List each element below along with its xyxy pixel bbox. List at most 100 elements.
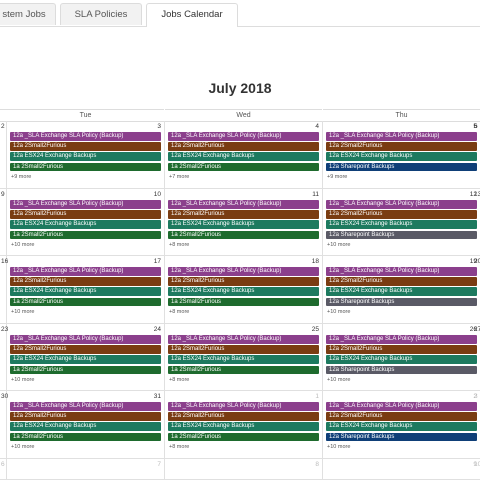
calendar-event[interactable]: 12a 2Small2Furious [326, 345, 477, 354]
more-events-link[interactable]: +10 more [11, 242, 34, 248]
calendar-event[interactable]: 12a 2Small2Furious [326, 210, 477, 219]
calendar-event[interactable]: 12a _SLA Exchange SLA Policy (Backup) [168, 132, 319, 141]
calendar-event[interactable]: 12a ESX24 Exchange Backups [168, 287, 319, 296]
calendar-event[interactable]: 12a ESX24 Exchange Backups [168, 220, 319, 229]
calendar-event[interactable]: 12a ESX24 Exchange Backups [168, 355, 319, 364]
calendar-day-cell[interactable]: 18 12a _SLA Exchange SLA Policy (Backup) 1… [165, 256, 323, 324]
calendar-event[interactable]: 12a 2Small2Furious [10, 412, 161, 421]
more-events-link[interactable]: +10 more [327, 242, 350, 248]
calendar-day-cell[interactable]: 31 12a _SLA Exchange SLA Policy (Backup) 1… [7, 391, 165, 459]
more-events-link[interactable]: +8 more [169, 444, 189, 450]
tab-sla-policies[interactable]: SLA Policies [60, 3, 142, 25]
calendar-event[interactable]: 12a 2Small2Furious [326, 277, 477, 286]
calendar-event[interactable]: 12a ESX24 Exchange Backups [326, 152, 477, 161]
calendar-event[interactable]: 1a 2Small2Furious [10, 365, 161, 375]
calendar-event[interactable]: 1a 2Small2Furious [168, 297, 319, 307]
calendar-day-cell[interactable]: 16 [0, 256, 8, 324]
calendar-day-cell[interactable]: 10 12a _SLA Exchange SLA Policy (Backup) 1… [7, 189, 165, 256]
calendar-event[interactable]: 12a _SLA Exchange SLA Policy (Backup) [326, 335, 477, 344]
more-events-link[interactable]: +8 more [169, 377, 189, 383]
calendar-event[interactable]: 12a 2Small2Furious [10, 210, 161, 219]
calendar-event[interactable]: 12a ESX24 Exchange Backups [10, 422, 161, 431]
calendar-event[interactable]: 12a ESX24 Exchange Backups [326, 355, 477, 364]
calendar-event[interactable]: 1a 2Small2Furious [168, 230, 319, 240]
calendar-event[interactable]: 12a 2Small2Furious [10, 142, 161, 151]
calendar-event[interactable]: 1a 2Small2Furious [10, 432, 161, 442]
calendar-event[interactable]: 12a 2Small2Furious [326, 412, 477, 421]
calendar-event[interactable]: 12a _SLA Exchange SLA Policy (Backup) [326, 132, 477, 141]
calendar-event[interactable]: 1a 2Small2Furious [10, 230, 161, 240]
calendar-event[interactable]: 12a 2Small2Furious [168, 345, 319, 354]
calendar-day-cell[interactable]: 7 [7, 459, 165, 480]
calendar-day-cell[interactable]: 3 12a _SLA Exchange SLA Policy (Backup) 12… [7, 121, 165, 189]
calendar-event[interactable]: 12a ESX24 Exchange Backups [10, 152, 161, 161]
calendar-event[interactable]: 12a ESX24 Exchange Backups [326, 422, 477, 431]
calendar-event[interactable]: 12a ESX24 Exchange Backups [10, 287, 161, 296]
calendar-event[interactable]: 12a _SLA Exchange SLA Policy (Backup) [326, 200, 477, 209]
more-events-link[interactable]: +10 more [327, 444, 350, 450]
calendar-event[interactable]: 12a 2Small2Furious [168, 210, 319, 219]
calendar-event[interactable]: 12a _SLA Exchange SLA Policy (Backup) [10, 402, 161, 411]
calendar-event[interactable]: 12a _SLA Exchange SLA Policy (Backup) [326, 267, 477, 276]
calendar-day-cell[interactable]: 8 [165, 459, 323, 480]
calendar-event[interactable]: 1a 2Small2Furious [168, 365, 319, 375]
calendar-day-cell[interactable]: 12 12a _SLA Exchange SLA Policy (Backup) 1… [323, 189, 480, 256]
calendar-event[interactable]: 12a _SLA Exchange SLA Policy (Backup) [168, 267, 319, 276]
calendar-event[interactable]: 12a ESX24 Exchange Backups [326, 220, 477, 229]
calendar-day-cell[interactable]: 2 [0, 121, 7, 189]
calendar-event[interactable]: 1a 2Small2Furious [168, 162, 319, 172]
calendar-day-cell[interactable]: 4 12a _SLA Exchange SLA Policy (Backup) 12… [165, 121, 323, 189]
more-events-link[interactable]: +10 more [11, 377, 34, 383]
calendar-event[interactable]: 12a Sharepoint Backups [326, 162, 477, 172]
more-events-link[interactable]: +10 more [327, 377, 350, 383]
calendar-event[interactable]: 12a _SLA Exchange SLA Policy (Backup) [168, 200, 319, 209]
calendar-day-cell[interactable]: 30 [0, 391, 8, 459]
calendar-day-cell[interactable]: 6 [0, 459, 7, 480]
calendar-event[interactable]: 12a 2Small2Furious [168, 277, 319, 286]
calendar-event[interactable]: 1a 2Small2Furious [10, 162, 161, 172]
calendar-day-cell[interactable]: 24 12a _SLA Exchange SLA Policy (Backup) 1… [7, 324, 165, 391]
more-events-link[interactable]: +8 more [169, 309, 189, 315]
calendar-event[interactable]: 12a Sharepoint Backups [326, 432, 477, 442]
calendar-day-cell[interactable]: 26 12a _SLA Exchange SLA Policy (Backup) 1… [323, 324, 480, 391]
calendar-day-cell[interactable]: 5 12a _SLA Exchange SLA Policy (Backup) 12… [323, 121, 480, 189]
calendar-day-cell[interactable]: 25 12a _SLA Exchange SLA Policy (Backup) 1… [165, 324, 323, 391]
calendar-day-cell[interactable]: 9 [323, 459, 480, 480]
calendar-event[interactable]: 12a 2Small2Furious [10, 345, 161, 354]
calendar-event[interactable]: 12a Sharepoint Backups [326, 297, 477, 307]
calendar-event[interactable]: 12a _SLA Exchange SLA Policy (Backup) [10, 132, 161, 141]
calendar-event[interactable]: 12a ESX24 Exchange Backups [168, 152, 319, 161]
calendar-event[interactable]: 12a 2Small2Furious [168, 412, 319, 421]
more-events-link[interactable]: +7 more [169, 174, 189, 180]
calendar-event[interactable]: 1a 2Small2Furious [168, 432, 319, 442]
more-events-link[interactable]: +10 more [11, 444, 34, 450]
calendar-event[interactable]: 12a 2Small2Furious [10, 277, 161, 286]
tab-system-jobs[interactable]: stem Jobs [0, 3, 56, 25]
more-events-link[interactable]: +9 more [327, 174, 347, 180]
calendar-event[interactable]: 1a 2Small2Furious [10, 297, 161, 307]
calendar-event[interactable]: 12a ESX24 Exchange Backups [168, 422, 319, 431]
calendar-event[interactable]: 12a _SLA Exchange SLA Policy (Backup) [326, 402, 477, 411]
calendar-event[interactable]: 12a _SLA Exchange SLA Policy (Backup) [168, 335, 319, 344]
calendar-event[interactable]: 12a Sharepoint Backups [326, 230, 477, 240]
calendar-day-cell[interactable]: 19 12a _SLA Exchange SLA Policy (Backup) 1… [323, 256, 480, 324]
calendar-day-cell[interactable]: 17 12a _SLA Exchange SLA Policy (Backup) 1… [7, 256, 165, 324]
calendar-event[interactable]: 12a _SLA Exchange SLA Policy (Backup) [10, 200, 161, 209]
calendar-event[interactable]: 12a _SLA Exchange SLA Policy (Backup) [168, 402, 319, 411]
calendar-event[interactable]: 12a _SLA Exchange SLA Policy (Backup) [10, 335, 161, 344]
more-events-link[interactable]: +9 more [11, 174, 31, 180]
calendar-event[interactable]: 12a ESX24 Exchange Backups [10, 220, 161, 229]
calendar-event[interactable]: 12a ESX24 Exchange Backups [10, 355, 161, 364]
calendar-day-cell[interactable]: 9 [0, 189, 7, 256]
more-events-link[interactable]: +10 more [327, 309, 350, 315]
calendar-event[interactable]: 12a 2Small2Furious [326, 142, 477, 151]
calendar-event[interactable]: 12a Sharepoint Backups [326, 365, 477, 375]
more-events-link[interactable]: +10 more [11, 309, 34, 315]
calendar-event[interactable]: 12a _SLA Exchange SLA Policy (Backup) [10, 267, 161, 276]
calendar-day-cell[interactable]: 11 12a _SLA Exchange SLA Policy (Backup) 1… [165, 189, 323, 256]
calendar-day-cell[interactable]: 23 [0, 324, 8, 391]
more-events-link[interactable]: +8 more [169, 242, 189, 248]
calendar-day-cell[interactable]: 1 12a _SLA Exchange SLA Policy (Backup) 12… [165, 391, 323, 459]
calendar-event[interactable]: 12a 2Small2Furious [168, 142, 319, 151]
calendar-day-cell[interactable]: 2 12a _SLA Exchange SLA Policy (Backup) 12… [323, 391, 480, 459]
